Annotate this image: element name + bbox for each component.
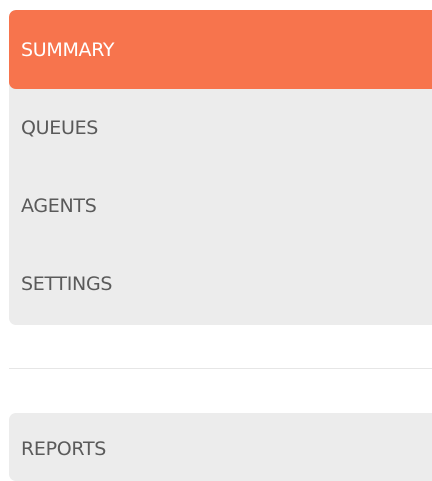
main-nav-group: SUMMARY QUEUES AGENTS SETTINGS <box>9 10 432 325</box>
nav-item-agents-label: AGENTS <box>21 195 97 217</box>
nav-item-queues[interactable]: QUEUES <box>9 89 432 167</box>
sidebar-nav: SUMMARY QUEUES AGENTS SETTINGS REPORTS <box>0 0 432 481</box>
nav-item-reports[interactable]: REPORTS <box>9 413 432 481</box>
nav-item-summary-label: SUMMARY <box>21 38 115 61</box>
nav-item-settings[interactable]: SETTINGS <box>9 245 432 323</box>
nav-item-agents[interactable]: AGENTS <box>9 167 432 245</box>
secondary-nav-group: REPORTS <box>9 413 432 481</box>
nav-item-settings-label: SETTINGS <box>21 273 113 295</box>
nav-divider <box>9 368 432 369</box>
nav-item-summary[interactable]: SUMMARY <box>9 10 432 89</box>
nav-item-queues-label: QUEUES <box>21 117 99 139</box>
nav-item-reports-label: REPORTS <box>21 438 107 460</box>
